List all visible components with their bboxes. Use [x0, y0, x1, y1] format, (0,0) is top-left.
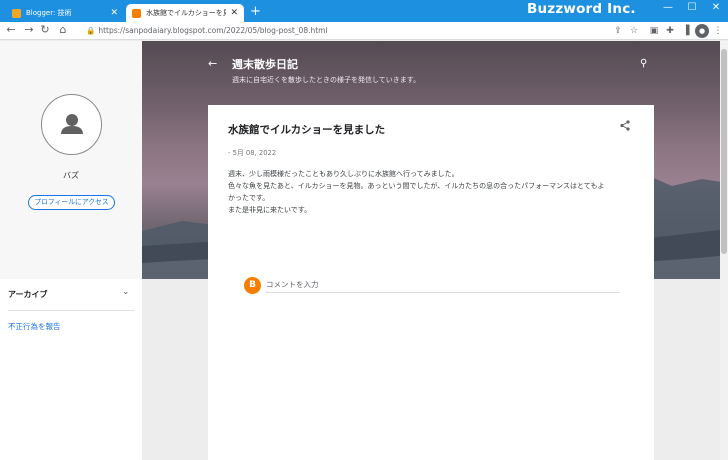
tab-post[interactable]: 水族館でイルカショーを見ました ✕: [126, 4, 244, 22]
menu-kebab-icon[interactable]: ⋮: [711, 24, 725, 38]
bookmark-star-icon[interactable]: ☆: [627, 24, 641, 38]
close-tab-icon[interactable]: ✕: [230, 8, 238, 18]
scrollbar-thumb[interactable]: [721, 49, 727, 254]
browser-titlebar: Blogger: 技術 ✕ 水族館でイルカショーを見ました ✕ + Buzzwo…: [0, 0, 728, 22]
archive-title[interactable]: アーカイブ: [8, 289, 48, 300]
extension-icon[interactable]: ▣: [647, 24, 661, 38]
new-tab-button[interactable]: +: [250, 4, 261, 20]
profile-avatar[interactable]: [41, 94, 102, 155]
post-date[interactable]: - 5月 08, 2022: [228, 147, 276, 157]
back-arrow-icon[interactable]: ←: [208, 57, 217, 70]
blog-description: 週末に自宅近くを散歩したときの様子を発信していきます。: [232, 76, 421, 84]
blog-page: バズ プロフィールにアクセス アーカイブ ⌄ 不正行為を報告 ← 週末散歩日記 …: [0, 41, 728, 460]
post-paragraph: かったです。: [228, 194, 270, 202]
profile-section: バズ プロフィールにアクセス: [0, 41, 142, 279]
profile-name: バズ: [63, 171, 79, 180]
home-icon[interactable]: ⌂: [56, 23, 70, 36]
comment-input[interactable]: コメントを入力: [266, 279, 620, 293]
blogger-favicon-icon: [132, 8, 141, 18]
blogger-logo-icon: B: [244, 277, 261, 294]
minimize-button[interactable]: —: [656, 2, 680, 13]
profile-avatar-icon[interactable]: ●: [695, 24, 709, 38]
post-paragraph: 色々な魚を見たあと、イルカショーを見物。あっという間でしたが、イルカたちの息の合…: [228, 182, 605, 190]
search-icon[interactable]: ⚲: [640, 58, 647, 69]
share-icon[interactable]: [620, 120, 630, 134]
post-body: 週末、少し雨模様だったこともあり久しぶりに水族館へ行ってみました。 色々な魚を見…: [228, 168, 640, 216]
chevron-down-icon[interactable]: ⌄: [122, 287, 130, 297]
tab-title: 水族館でイルカショーを見ました: [146, 9, 227, 17]
archive-section: アーカイブ ⌄ 不正行為を報告: [0, 279, 142, 460]
lock-icon: 🔒: [86, 26, 96, 35]
tab-title: Blogger: 技術: [26, 9, 72, 17]
tab-blogger[interactable]: Blogger: 技術 ✕: [6, 4, 124, 22]
puzzle-icon[interactable]: ✚: [663, 24, 677, 38]
divider: [8, 310, 134, 311]
post-card: 水族館でイルカショーを見ました - 5月 08, 2022 週末、少し雨模様だっ…: [208, 105, 654, 460]
brand-watermark: Buzzword Inc.: [527, 1, 636, 17]
sidebar: バズ プロフィールにアクセス アーカイブ ⌄ 不正行為を報告: [0, 41, 142, 460]
page-scrollbar[interactable]: [720, 41, 728, 460]
maximize-button[interactable]: ☐: [680, 2, 704, 13]
reload-icon[interactable]: ↻: [38, 23, 52, 36]
url-text: https://sanpodaiary.blogspot.com/2022/05…: [98, 26, 328, 35]
browser-toolbar: ← → ↻ ⌂ 🔒 https://sanpodaiary.blogspot.co…: [0, 22, 728, 40]
blog-title[interactable]: 週末散歩日記: [232, 56, 298, 72]
post-paragraph: 週末、少し雨模様だったこともあり久しぶりに水族館へ行ってみました。: [228, 170, 459, 178]
post-title: 水族館でイルカショーを見ました: [228, 124, 386, 136]
person-icon: [61, 114, 83, 134]
back-arrow-icon[interactable]: ←: [4, 23, 18, 36]
share-page-icon[interactable]: ⇪: [611, 24, 625, 38]
close-tab-icon[interactable]: ✕: [110, 8, 118, 18]
visit-profile-button[interactable]: プロフィールにアクセス: [28, 195, 115, 210]
forward-arrow-icon[interactable]: →: [22, 23, 36, 36]
close-window-button[interactable]: ✕: [704, 2, 728, 13]
post-paragraph: また是非見に来たいです。: [228, 206, 312, 214]
address-bar[interactable]: 🔒 https://sanpodaiary.blogspot.com/2022/0…: [86, 24, 616, 38]
report-abuse-link[interactable]: 不正行為を報告: [8, 321, 61, 332]
side-panel-icon[interactable]: ▐: [679, 24, 693, 38]
blogger-favicon-icon: [12, 8, 21, 18]
